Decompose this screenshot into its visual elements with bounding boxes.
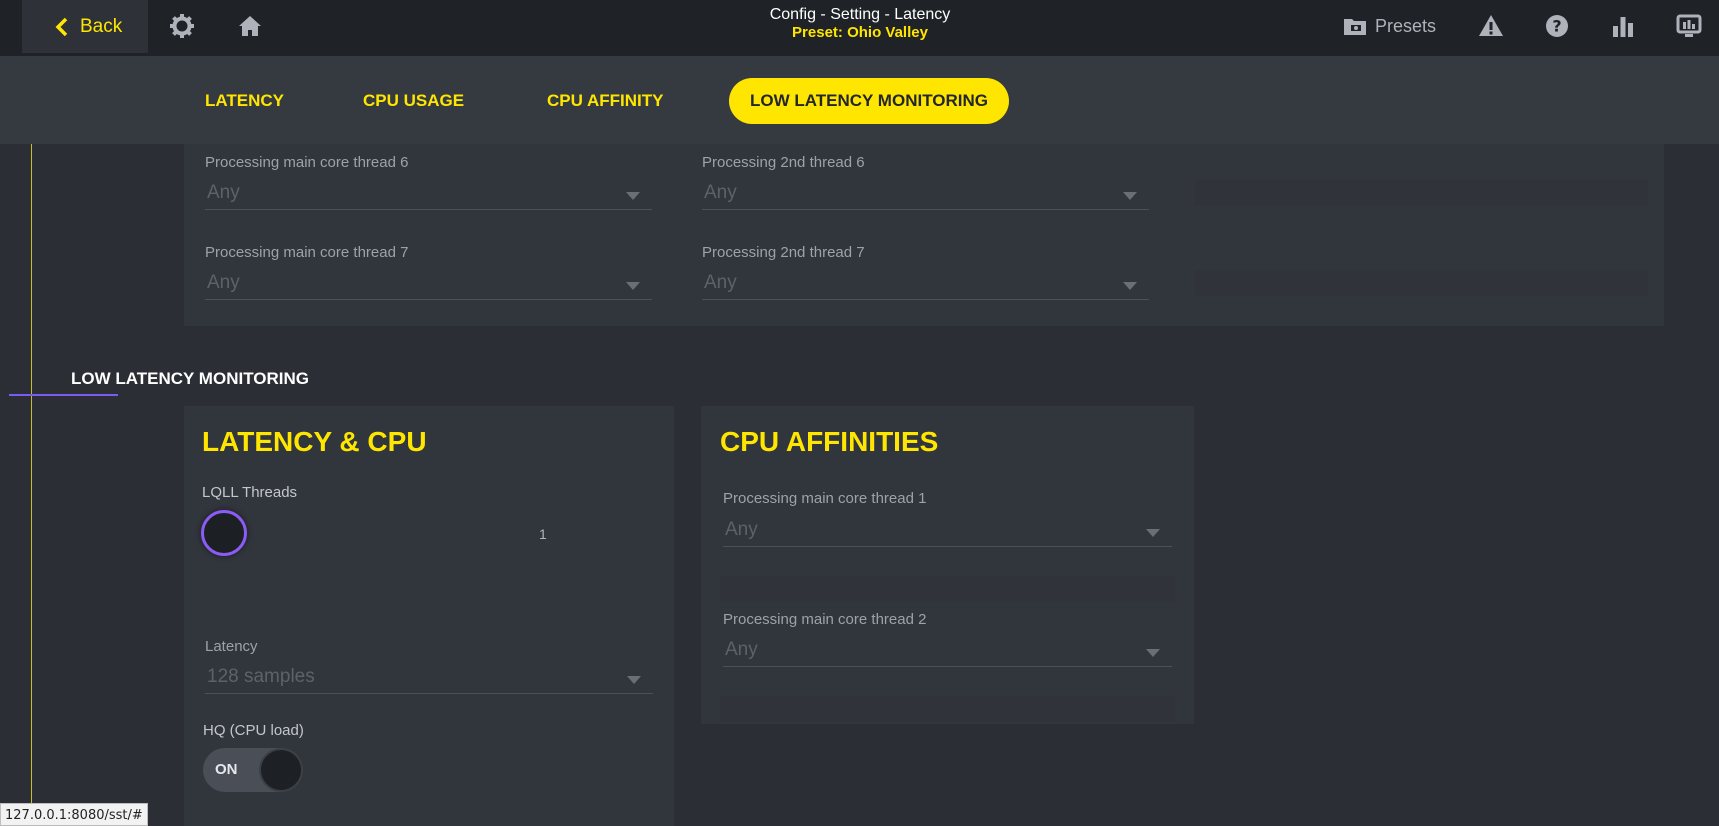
section-guide-line — [31, 144, 32, 826]
section-underline — [9, 394, 118, 396]
monitor-icon[interactable] — [1675, 12, 1703, 40]
chevron-down-icon — [1146, 529, 1160, 537]
latency-value: 128 samples — [207, 666, 315, 687]
page-title-block: Config - Setting - Latency Preset: Ohio … — [660, 5, 1060, 42]
empty-field-placeholder — [1195, 180, 1648, 206]
main-thread-1-select[interactable]: Any — [723, 517, 1172, 547]
chevron-left-icon — [55, 17, 68, 37]
latency-select[interactable]: 128 samples — [205, 664, 653, 694]
second-thread-7-label: Processing 2nd thread 7 — [702, 244, 865, 261]
tab-latency[interactable]: LATENCY — [205, 78, 284, 124]
main-thread-2-label: Processing main core thread 2 — [723, 611, 927, 628]
page-title: Config - Setting - Latency — [769, 6, 951, 23]
lqll-threads-knob[interactable] — [201, 510, 247, 556]
main-thread-7-value: Any — [207, 272, 240, 293]
section-title: LOW LATENCY MONITORING — [71, 369, 309, 388]
tab-cpu-affinity[interactable]: CPU AFFINITY — [547, 78, 663, 124]
chevron-down-icon — [626, 192, 640, 200]
latency-cpu-title: LATENCY & CPU — [202, 426, 427, 457]
chevron-down-icon — [1123, 192, 1137, 200]
hq-toggle-state: ON — [215, 761, 238, 778]
presets-button[interactable]: Presets — [1343, 12, 1436, 40]
empty-field-placeholder — [720, 576, 1175, 602]
chevron-down-icon — [626, 282, 640, 290]
second-thread-6-label: Processing 2nd thread 6 — [702, 154, 865, 171]
chevron-down-icon — [627, 676, 641, 684]
folder-icon — [1344, 19, 1366, 35]
main-thread-6-select[interactable]: Any — [205, 180, 652, 210]
second-thread-7-select[interactable]: Any — [702, 270, 1149, 300]
status-bar-url: 127.0.0.1:8080/sst/# — [0, 803, 148, 826]
home-icon[interactable] — [236, 12, 264, 40]
main-thread-1-label: Processing main core thread 1 — [723, 490, 927, 507]
empty-field-placeholder — [1195, 270, 1648, 296]
main-thread-6-value: Any — [207, 182, 240, 203]
back-button-label: Back — [80, 15, 123, 37]
presets-label: Presets — [1375, 15, 1437, 36]
main-thread-1-value: Any — [725, 519, 758, 540]
main-thread-6-label: Processing main core thread 6 — [205, 154, 409, 171]
lqll-threads-label: LQLL Threads — [202, 484, 298, 501]
gear-icon[interactable] — [168, 12, 196, 40]
tab-cpu-usage[interactable]: CPU USAGE — [363, 78, 464, 124]
latency-label: Latency — [205, 638, 258, 655]
second-thread-7-value: Any — [704, 272, 737, 293]
second-thread-6-value: Any — [704, 182, 737, 203]
chevron-down-icon — [1146, 649, 1160, 657]
hq-toggle[interactable]: ON — [203, 748, 303, 792]
toggle-thumb — [259, 748, 303, 792]
main-thread-2-select[interactable]: Any — [723, 637, 1172, 667]
svg-text:?: ? — [1552, 17, 1561, 36]
tab-bar: LATENCY CPU USAGE CPU AFFINITY LOW LATEN… — [0, 56, 1719, 144]
main-thread-2-value: Any — [725, 639, 758, 660]
chevron-down-icon — [1123, 282, 1137, 290]
second-thread-6-select[interactable]: Any — [702, 180, 1149, 210]
hq-label: HQ (CPU load) — [203, 722, 304, 739]
main-thread-7-select[interactable]: Any — [205, 270, 652, 300]
cpu-affinities-title: CPU AFFINITIES — [720, 426, 939, 457]
tab-low-latency-monitoring[interactable]: LOW LATENCY MONITORING — [729, 78, 1009, 124]
preset-name: Preset: Ohio Valley — [792, 24, 928, 41]
top-bar: Back Config - Setting - Latency Preset: … — [0, 0, 1719, 56]
lqll-threads-value: 1 — [539, 526, 547, 542]
warning-icon[interactable] — [1477, 12, 1505, 40]
help-icon[interactable]: ? — [1543, 12, 1571, 40]
bar-chart-icon[interactable] — [1609, 12, 1637, 40]
empty-field-placeholder — [720, 696, 1175, 722]
back-button[interactable]: Back — [22, 0, 148, 53]
main-thread-7-label: Processing main core thread 7 — [205, 244, 409, 261]
